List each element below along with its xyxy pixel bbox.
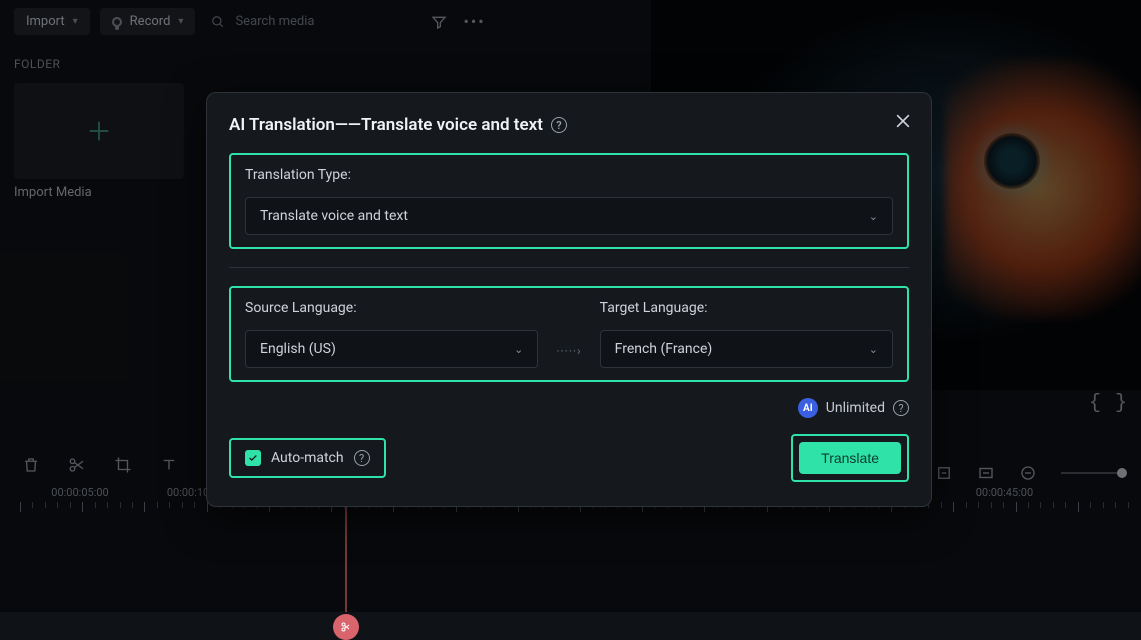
divider [229,267,909,268]
target-language-value: French (France) [615,341,713,357]
chevron-down-icon: ⌄ [514,343,523,356]
auto-match-label: Auto-match [271,450,344,466]
help-icon[interactable]: ? [893,400,909,416]
chevron-down-icon: ⌄ [869,210,878,223]
unlimited-label: Unlimited [826,400,885,416]
ai-badge-icon: AI [798,398,818,418]
help-icon[interactable]: ? [551,117,567,133]
language-section: Source Language: English (US) ⌄ ·····› T… [229,286,909,382]
ai-translation-dialog: AI Translation——Translate voice and text… [206,92,932,507]
source-language-value: English (US) [260,341,336,357]
arrow-right-icon: ·····› [556,344,581,368]
translate-button[interactable]: Translate [799,442,901,474]
playhead-handle[interactable] [333,614,359,640]
checkbox-checked-icon[interactable] [245,450,261,466]
translation-type-section: Translation Type: Translate voice and te… [229,153,909,249]
chevron-down-icon: ⌄ [869,343,878,356]
help-icon[interactable]: ? [354,450,370,466]
translation-type-select[interactable]: Translate voice and text ⌄ [245,197,893,235]
source-language-select[interactable]: English (US) ⌄ [245,330,538,368]
credits-row: AI Unlimited ? [229,398,909,418]
target-language-select[interactable]: French (France) ⌄ [600,330,893,368]
translate-button-highlight: Translate [791,434,909,482]
close-icon[interactable] [893,111,913,131]
target-language-label: Target Language: [600,300,893,316]
translation-type-value: Translate voice and text [260,208,408,224]
dialog-title: AI Translation——Translate voice and text [229,115,543,135]
auto-match-option[interactable]: Auto-match ? [229,438,386,478]
source-language-label: Source Language: [245,300,538,316]
translation-type-label: Translation Type: [245,167,893,183]
